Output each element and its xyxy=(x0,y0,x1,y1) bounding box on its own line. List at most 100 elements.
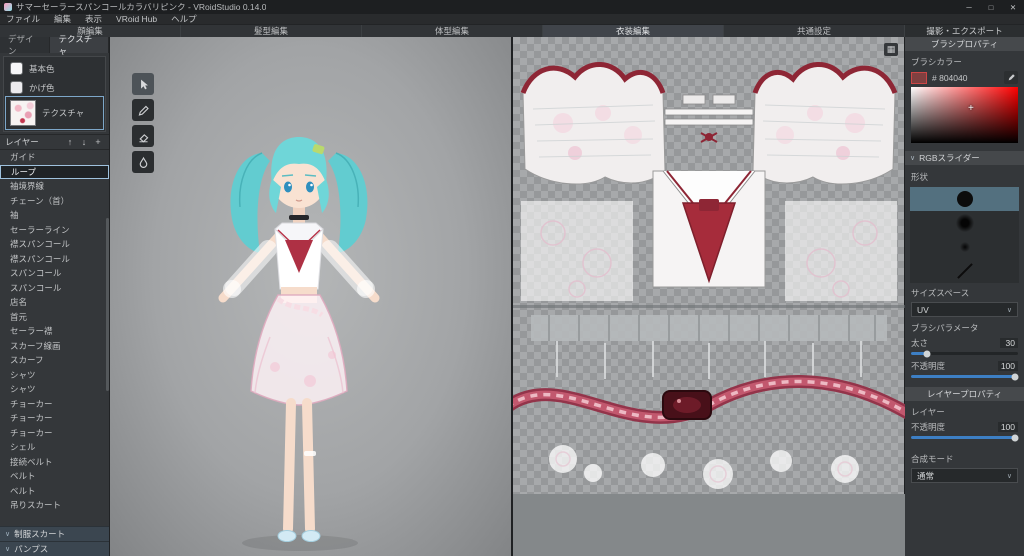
menu-item[interactable]: 編集 xyxy=(54,13,71,25)
layer-item[interactable]: チョーカー xyxy=(0,397,109,412)
brush-color-label: ブラシカラー xyxy=(905,54,1024,70)
layer-list-scrollbar[interactable] xyxy=(106,218,109,391)
swatch-basic-color[interactable]: 基本色 xyxy=(6,59,103,78)
diagonal-line-icon xyxy=(957,263,973,279)
color-picker-cursor[interactable]: + xyxy=(968,103,974,114)
brush-shape-soft-circle[interactable] xyxy=(910,211,1019,235)
minimize-button[interactable]: ─ xyxy=(958,0,980,14)
brush-opacity-value[interactable]: 100 xyxy=(998,361,1018,371)
layer-item[interactable]: ループ xyxy=(0,165,109,180)
main-tab[interactable]: 衣装編集 xyxy=(543,25,724,37)
layer-item[interactable]: 接続ベルト xyxy=(0,455,109,470)
layer-opacity-value[interactable]: 100 xyxy=(998,422,1018,432)
brush-params-label: ブラシパラメータ xyxy=(905,320,1024,336)
layer-item[interactable]: 吊りスカート xyxy=(0,498,109,513)
layer-item[interactable]: セーラーライン xyxy=(0,223,109,238)
menu-item[interactable]: VRoid Hub xyxy=(116,14,157,24)
layer-item[interactable]: チョーカー xyxy=(0,426,109,441)
brush-color-hex[interactable]: # 804040 xyxy=(932,73,999,83)
shade-color-chip xyxy=(10,81,23,94)
layer-move-down-button[interactable]: ↓ xyxy=(78,137,90,147)
layer-item[interactable]: スカーフ xyxy=(0,353,109,368)
layer-item[interactable]: ベルト xyxy=(0,469,109,484)
brush-color-swatch[interactable] xyxy=(911,72,927,84)
layer-item[interactable]: 袖境界線 xyxy=(0,179,109,194)
color-picker-gradient[interactable]: + xyxy=(911,87,1018,143)
window-title: サマーセーラースパンコールカラバリピンク - VRoidStudio 0.14.… xyxy=(16,1,266,13)
brush-properties-panel: ブラシプロパティ ブラシカラー # 804040 + RGBスライダー 形状 xyxy=(905,37,1024,556)
tab-texture[interactable]: テクスチャ xyxy=(50,37,109,53)
airbrush-dot-icon xyxy=(959,241,971,253)
thickness-slider[interactable] xyxy=(911,352,1018,355)
swatch-texture[interactable]: テクスチャ xyxy=(6,97,103,129)
layer-item[interactable]: 襟スパンコール xyxy=(0,237,109,252)
main-tabbar: 顔編集髪型編集体型編集衣装編集共通設定 撮影・エクスポート xyxy=(0,25,1024,37)
blend-mode-dropdown[interactable]: 通常 ∨ xyxy=(911,468,1018,483)
layer-item[interactable]: スパンコール xyxy=(0,281,109,296)
layers-title: レイヤー xyxy=(5,136,62,148)
shape-label: 形状 xyxy=(905,169,1024,185)
texture-layers-panel: デザイン テクスチャ 基本色 かげ色 テクスチャ レイヤー xyxy=(0,37,110,556)
layer-item[interactable]: シェル xyxy=(0,440,109,455)
pen-tool-button[interactable] xyxy=(132,99,154,121)
viewport-3d[interactable] xyxy=(110,37,513,556)
tab-export[interactable]: 撮影・エクスポート xyxy=(905,25,1024,37)
layer-item[interactable]: ガイド xyxy=(0,150,109,165)
layer-item[interactable]: チョーカー xyxy=(0,411,109,426)
blend-mode-label: 合成モード xyxy=(905,451,1024,467)
paint-tool-palette xyxy=(132,73,154,173)
eraser-icon xyxy=(137,130,150,143)
layer-item[interactable]: 袖 xyxy=(0,208,109,223)
main-tab[interactable]: 体型編集 xyxy=(362,25,543,37)
layer-item[interactable]: 襟スパンコール xyxy=(0,252,109,267)
eyedropper-button[interactable] xyxy=(1004,71,1018,84)
menu-item[interactable]: 表示 xyxy=(85,13,102,25)
brush-properties-header: ブラシプロパティ xyxy=(905,37,1024,51)
texture-edit-canvas[interactable]: ▦ xyxy=(513,37,905,556)
basic-color-chip xyxy=(10,62,23,75)
select-tool-button[interactable] xyxy=(132,73,154,95)
brush-shape-diagonal-line[interactable] xyxy=(910,259,1019,283)
layer-item[interactable]: 店名 xyxy=(0,295,109,310)
size-space-dropdown[interactable]: UV ∨ xyxy=(911,302,1018,317)
layer-item[interactable]: スカーフ線画 xyxy=(0,339,109,354)
maximize-button[interactable]: □ xyxy=(980,0,1002,14)
brush-opacity-slider[interactable] xyxy=(911,375,1018,378)
uv-grid-icon[interactable]: ▦ xyxy=(884,43,898,56)
layer-item[interactable]: チェーン（首） xyxy=(0,194,109,209)
layer-item[interactable]: スパンコール xyxy=(0,266,109,281)
tab-design[interactable]: デザイン xyxy=(0,37,50,53)
item-section-header[interactable]: 制服スカート xyxy=(0,526,109,541)
soft-circle-icon xyxy=(956,214,974,232)
layer-move-up-button[interactable]: ↑ xyxy=(64,137,76,147)
layer-item[interactable]: セーラー襟 xyxy=(0,324,109,339)
main-tab[interactable]: 共通設定 xyxy=(724,25,905,37)
droplet-icon xyxy=(137,156,150,169)
eraser-tool-button[interactable] xyxy=(132,125,154,147)
layer-item[interactable]: シャツ xyxy=(0,382,109,397)
layer-item[interactable]: ベルト xyxy=(0,484,109,499)
layer-item[interactable]: シャツ xyxy=(0,368,109,383)
thickness-value[interactable]: 30 xyxy=(1000,338,1018,348)
rgb-slider-section[interactable]: RGBスライダー xyxy=(905,151,1024,165)
texture-panel-footer xyxy=(513,494,905,556)
menu-item[interactable]: ファイル xyxy=(6,13,40,25)
menu-item[interactable]: ヘルプ xyxy=(171,13,197,25)
brush-shape-solid-circle[interactable] xyxy=(910,187,1019,211)
close-button[interactable]: ✕ xyxy=(1002,0,1024,14)
brush-shape-list xyxy=(910,187,1019,283)
swatch-shade-color[interactable]: かげ色 xyxy=(6,78,103,97)
layer-item[interactable]: 首元 xyxy=(0,310,109,325)
size-space-label: サイズスペース xyxy=(905,285,1024,301)
brush-opacity-label: 不透明度 xyxy=(911,360,945,372)
layer-label: レイヤー xyxy=(905,404,1024,420)
layer-add-button[interactable]: + xyxy=(92,137,104,147)
brush-shape-airbrush-dot[interactable] xyxy=(910,235,1019,259)
main-tab[interactable]: 髪型編集 xyxy=(181,25,362,37)
item-section-header[interactable]: パンプス xyxy=(0,541,109,556)
menubar: ファイル 編集 表示 VRoid Hub ヘルプ xyxy=(0,14,1024,25)
layer-opacity-slider[interactable] xyxy=(911,436,1018,439)
droplet-tool-button[interactable] xyxy=(132,151,154,173)
layer-properties-header: レイヤープロパティ xyxy=(905,387,1024,401)
eyedropper-icon xyxy=(1006,73,1016,83)
